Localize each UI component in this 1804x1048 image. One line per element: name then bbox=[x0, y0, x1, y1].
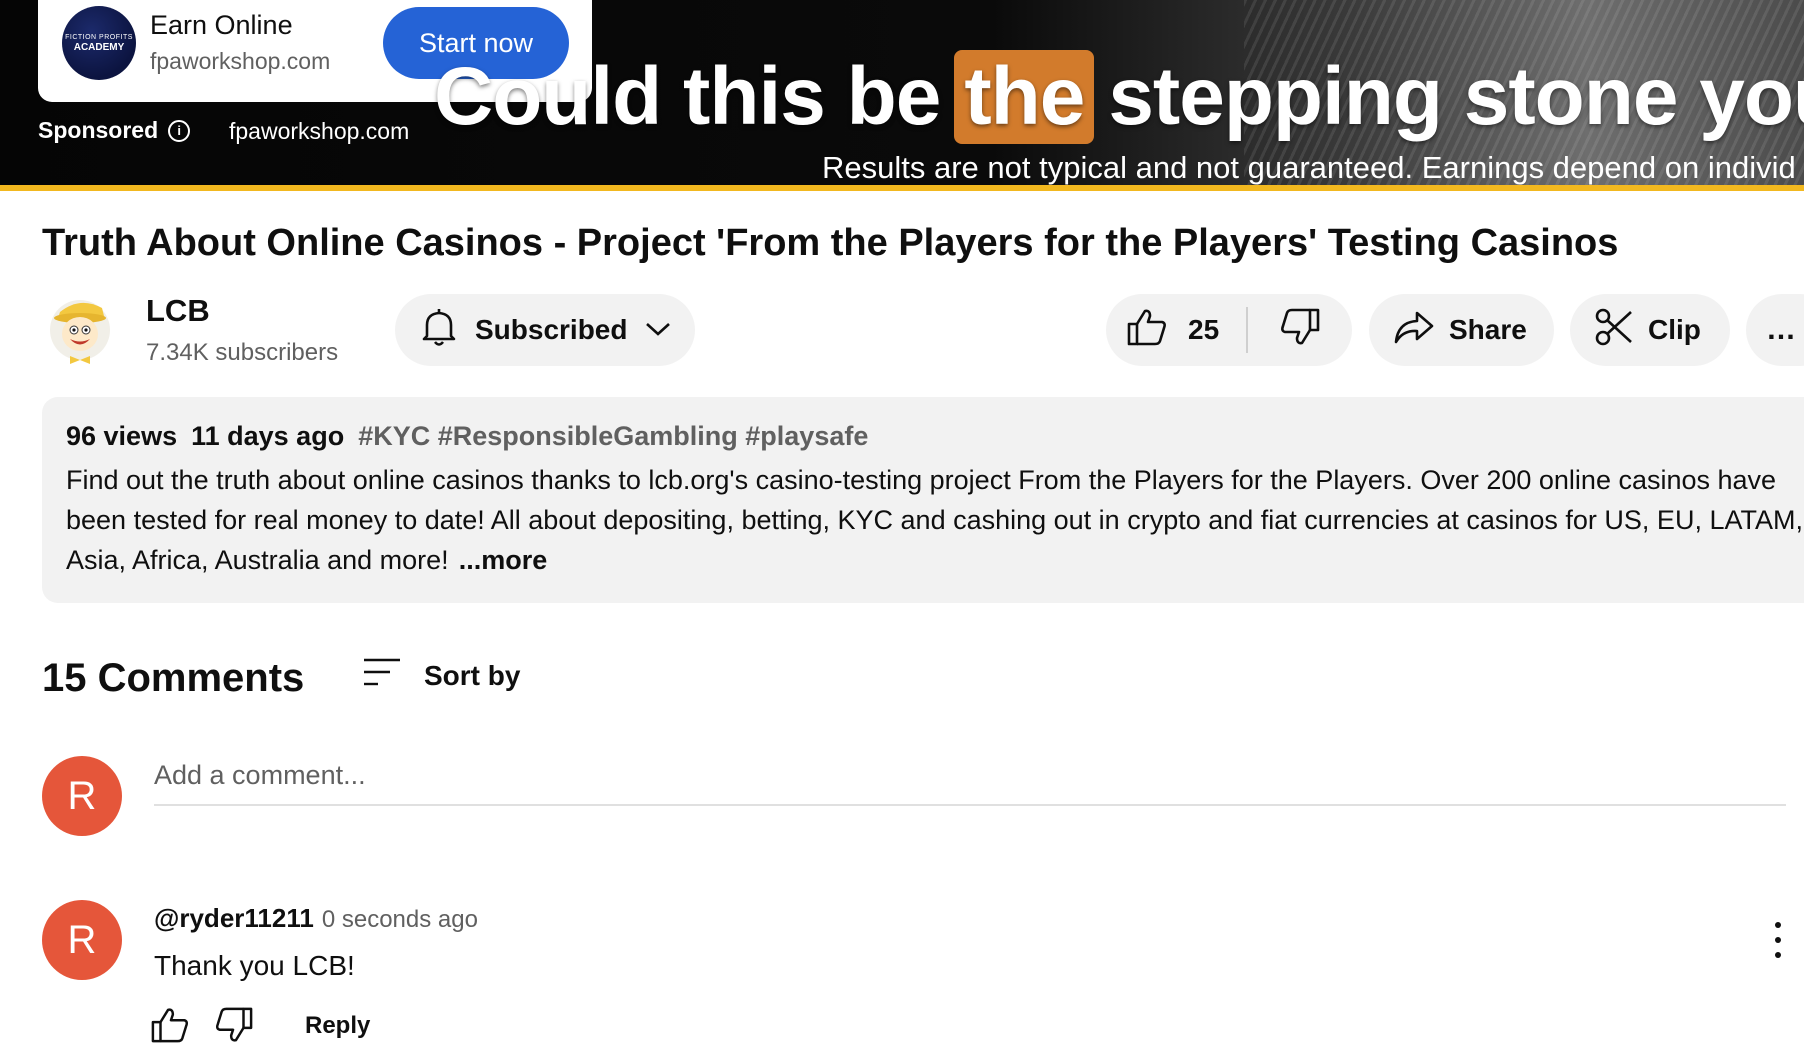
channel-name[interactable]: LCB bbox=[146, 293, 210, 329]
share-button[interactable]: Share bbox=[1369, 294, 1554, 366]
sponsored-label: Sponsored i bbox=[38, 117, 191, 144]
comment-author-initial: R bbox=[67, 917, 97, 962]
comment-timestamp[interactable]: 0 seconds ago bbox=[322, 906, 478, 933]
video-title: Truth About Online Casinos - Project 'Fr… bbox=[42, 222, 1619, 264]
advertiser-logo-small-text: FICTION PROFITS bbox=[65, 33, 133, 41]
ad-headline-part-2: stepping stone you r bbox=[1108, 51, 1804, 142]
thumbs-up-icon bbox=[150, 1008, 190, 1048]
subscribed-label: Subscribed bbox=[475, 314, 628, 345]
comment-like-button[interactable] bbox=[150, 1006, 190, 1048]
ad-headline-part-1: Could this be bbox=[434, 51, 941, 142]
comment-author-name[interactable]: @ryder11211 bbox=[154, 903, 314, 933]
thumbs-down-icon bbox=[214, 1007, 254, 1048]
channel-avatar[interactable] bbox=[46, 290, 118, 366]
current-user-initial: R bbox=[67, 773, 97, 818]
info-icon[interactable]: i bbox=[168, 119, 191, 142]
bell-icon bbox=[419, 306, 459, 355]
description-meta: 96 views 11 days ago #KYC #ResponsibleGa… bbox=[66, 421, 1804, 452]
share-label: Share bbox=[1449, 314, 1527, 345]
upload-age: 11 days ago bbox=[191, 421, 345, 451]
more-actions-button[interactable]: … bbox=[1746, 294, 1804, 366]
comment-reply-button[interactable]: Reply bbox=[305, 1012, 370, 1040]
ad-title[interactable]: Earn Online bbox=[150, 10, 293, 41]
description-text: Find out the truth about online casinos … bbox=[66, 460, 1804, 580]
sponsored-text: Sponsored bbox=[38, 117, 159, 143]
add-comment-input[interactable]: Add a comment... bbox=[154, 760, 1786, 806]
comment-text: Thank you LCB! bbox=[154, 950, 355, 981]
chevron-down-icon bbox=[643, 314, 673, 346]
comment-dislike-button[interactable] bbox=[214, 1006, 254, 1048]
description-more-link[interactable]: ...more bbox=[459, 545, 548, 575]
clip-label: Clip bbox=[1648, 314, 1701, 345]
clip-button[interactable]: Clip bbox=[1570, 294, 1730, 366]
current-user-avatar: R bbox=[42, 756, 122, 836]
subscribed-button[interactable]: Subscribed bbox=[395, 294, 695, 366]
view-count: 96 views bbox=[66, 421, 178, 451]
ad-headline-highlight: the bbox=[954, 50, 1095, 144]
advertiser-logo-text: ACADEMY bbox=[73, 41, 125, 53]
more-horizontal-icon: … bbox=[1766, 313, 1798, 346]
video-watch-page: FICTION PROFITS ACADEMY Earn Online fpaw… bbox=[0, 0, 1804, 1048]
ad-domain[interactable]: fpaworkshop.com bbox=[150, 48, 330, 75]
scissors-icon bbox=[1594, 307, 1634, 354]
thumbs-down-icon bbox=[1279, 307, 1321, 354]
share-icon bbox=[1393, 309, 1435, 352]
advertiser-logo: FICTION PROFITS ACADEMY bbox=[62, 6, 136, 80]
comment-more-icon[interactable] bbox=[1766, 922, 1790, 958]
comment-author-avatar[interactable]: R bbox=[42, 900, 122, 980]
hashtags[interactable]: #KYC #ResponsibleGambling #playsafe bbox=[358, 421, 868, 452]
sort-by-label: Sort by bbox=[424, 659, 521, 691]
thumbs-up-icon bbox=[1126, 307, 1168, 354]
comments-count: 15 Comments bbox=[42, 656, 305, 700]
ad-banner-domain[interactable]: fpaworkshop.com bbox=[229, 118, 409, 145]
like-button[interactable]: 25 bbox=[1106, 294, 1246, 366]
description-box[interactable]: 96 views 11 days ago #KYC #ResponsibleGa… bbox=[42, 397, 1804, 603]
ad-disclaimer: Results are not typical and not guarante… bbox=[822, 150, 1796, 185]
ad-banner[interactable]: FICTION PROFITS ACADEMY Earn Online fpaw… bbox=[0, 0, 1804, 191]
dislike-button[interactable] bbox=[1248, 294, 1352, 366]
sort-icon bbox=[362, 656, 402, 695]
subscriber-count: 7.34K subscribers bbox=[146, 339, 339, 366]
like-dislike-group: 25 bbox=[1106, 294, 1352, 366]
ad-headline: Could this be the stepping stone you r bbox=[434, 50, 1804, 144]
description-body: Find out the truth about online casinos … bbox=[66, 465, 1803, 575]
sort-by-button[interactable]: Sort by bbox=[362, 656, 520, 695]
like-count: 25 bbox=[1188, 314, 1220, 345]
comment-header: @ryder11211 0 seconds ago bbox=[154, 903, 478, 934]
